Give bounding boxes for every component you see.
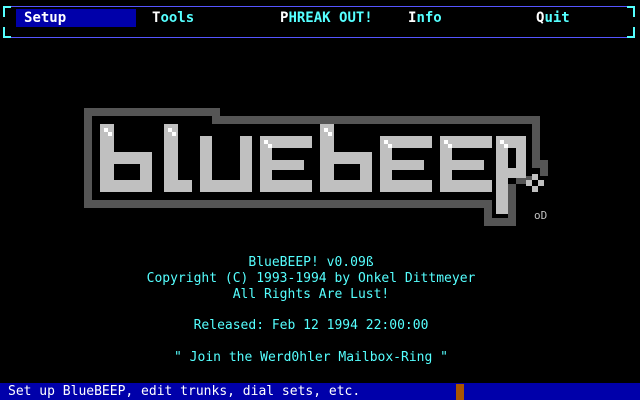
version-text: BlueBEEP! v0.09ß bbox=[248, 255, 374, 270]
status-text: Set up BlueBEEP, edit trunks, dial sets,… bbox=[8, 384, 361, 399]
frame-corner-bottom-right bbox=[627, 27, 635, 38]
text-cursor bbox=[456, 384, 464, 400]
status-bar: Set up BlueBEEP, edit trunks, dial sets,… bbox=[0, 383, 640, 400]
rights-text: All Rights Are Lust! bbox=[232, 287, 390, 302]
menu-label: etup bbox=[32, 10, 67, 26]
frame-corner-top-left bbox=[3, 6, 11, 17]
menu-label: uit bbox=[544, 10, 570, 26]
menu-item-tools[interactable]: Tools bbox=[152, 9, 194, 27]
bluebeep-logo: oD bbox=[84, 108, 548, 226]
slogan-text: " Join the Werd0hler Mailbox-Ring " bbox=[174, 350, 448, 365]
release-date-text: Released: Feb 12 1994 22:00:00 bbox=[193, 318, 429, 333]
menu-label: nfo bbox=[416, 10, 442, 26]
copyright-text: Copyright (C) 1993-1994 by Onkel Dittmey… bbox=[146, 271, 476, 286]
menu-item-quit[interactable]: Quit bbox=[536, 9, 570, 27]
menu-label: HREAK OUT! bbox=[288, 10, 373, 26]
menu-item-setup[interactable]: Setup bbox=[16, 9, 136, 27]
frame-corner-bottom-left bbox=[3, 27, 11, 38]
menu-item-phreak-out[interactable]: PHREAK OUT! bbox=[280, 9, 373, 27]
menu-item-info[interactable]: Info bbox=[408, 9, 442, 27]
menu-label: ools bbox=[160, 10, 195, 26]
frame-corner-top-right bbox=[627, 6, 635, 17]
logo-signature: oD bbox=[534, 209, 547, 222]
